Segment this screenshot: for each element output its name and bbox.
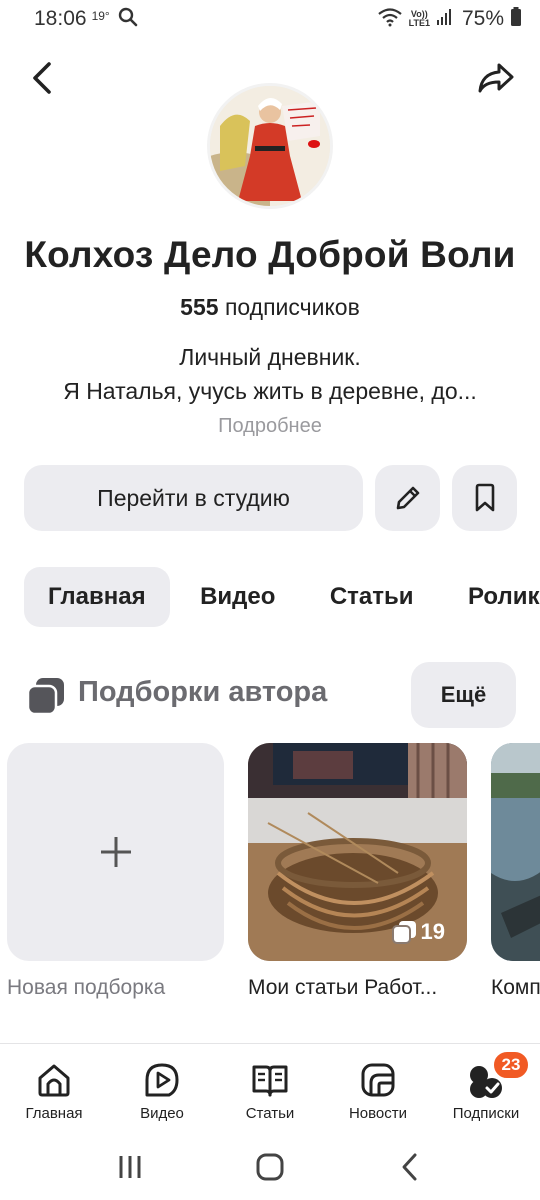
search-icon <box>118 7 138 32</box>
collection-count-value: 19 <box>420 919 445 944</box>
collection-thumbnail <box>491 743 540 961</box>
description-line-1: Личный дневник. <box>179 344 361 370</box>
channel-tabs: Главная Видео Статьи Ролики <box>24 567 540 627</box>
edit-button[interactable] <box>375 465 440 531</box>
avatar-image <box>210 86 330 206</box>
recent-apps-icon <box>119 1155 141 1178</box>
collection-count: 19 <box>391 919 445 945</box>
recent-apps-button[interactable] <box>100 1142 160 1192</box>
signal-icon <box>436 8 452 31</box>
tab-shorts[interactable]: Ролики <box>444 567 540 627</box>
bottom-navigation: Главная Видео Статьи Новости 23 Подписки <box>0 1043 540 1133</box>
subscribers-count: 555 <box>180 294 219 320</box>
wifi-icon <box>377 7 403 32</box>
nav-articles-label: Статьи <box>245 1105 295 1122</box>
network-bottom: LTE1 <box>408 18 430 28</box>
share-button[interactable] <box>474 58 518 98</box>
status-time: 18:06 <box>34 7 87 30</box>
system-back-icon <box>402 1153 417 1180</box>
tab-main[interactable]: Главная <box>24 567 170 627</box>
home-system-button[interactable] <box>240 1142 300 1192</box>
channel-description: Личный дневник. Я Наталья, учусь жить в … <box>20 340 520 408</box>
nav-news-label: Новости <box>348 1105 408 1122</box>
back-arrow-icon <box>33 62 51 94</box>
tab-articles[interactable]: Статьи <box>306 567 438 627</box>
collections-icon <box>26 676 66 716</box>
collections-more-button[interactable]: Ещё <box>411 662 516 728</box>
new-collection-card[interactable] <box>7 743 224 961</box>
nav-home[interactable]: Главная <box>0 1044 108 1133</box>
status-temperature: 19° <box>91 9 110 23</box>
back-button[interactable] <box>22 58 62 98</box>
collection-card[interactable] <box>491 743 540 961</box>
collections-title: Подборки автора <box>78 676 328 708</box>
channel-avatar[interactable] <box>207 83 333 209</box>
nav-video[interactable]: Видео <box>108 1044 216 1133</box>
nav-video-label: Видео <box>140 1105 184 1122</box>
battery-icon <box>510 6 522 32</box>
video-icon <box>142 1060 182 1100</box>
network-indicator: Vo)) LTE1 <box>409 10 430 28</box>
channel-name: Колхоз Дело Доброй Воли <box>24 234 516 275</box>
home-square-icon <box>256 1153 284 1180</box>
subscribers: 555 подписчиков <box>0 294 540 321</box>
collections-stack-icon <box>391 921 416 944</box>
articles-icon <box>250 1060 290 1100</box>
description-line-2: Я Наталья, учусь жить в деревне, до... <box>63 378 477 404</box>
nav-subscriptions-label: Подписки <box>452 1105 520 1122</box>
new-collection-label: Новая подборка <box>7 976 166 999</box>
subscriptions-badge: 23 <box>492 1050 530 1080</box>
system-navigation <box>0 1133 540 1200</box>
nav-news[interactable]: Новости <box>324 1044 432 1133</box>
status-bar: 18:06 19° Vo)) LTE1 75% <box>0 0 540 38</box>
nav-home-label: Главная <box>25 1105 83 1122</box>
nav-articles[interactable]: Статьи <box>216 1044 324 1133</box>
bookmark-icon <box>475 483 494 512</box>
battery-percentage: 75% <box>461 7 504 30</box>
subscribers-label: подписчиков <box>224 294 360 320</box>
more-details-link[interactable]: Подробнее <box>0 415 540 438</box>
share-icon <box>478 63 514 93</box>
nav-subscriptions[interactable]: 23 Подписки <box>432 1044 540 1133</box>
plus-icon <box>100 837 131 867</box>
collection-card-label: Комп <box>491 976 540 999</box>
pencil-icon <box>396 486 419 510</box>
collection-card[interactable]: 19 <box>248 743 467 961</box>
system-back-button[interactable] <box>380 1142 440 1192</box>
collection-card-label: Мои статьи Работ... <box>248 976 438 999</box>
news-icon <box>358 1060 398 1100</box>
go-to-studio-button[interactable]: Перейти в студию <box>24 465 363 531</box>
tab-video[interactable]: Видео <box>176 567 299 627</box>
home-icon <box>34 1060 74 1100</box>
bookmark-button[interactable] <box>452 465 517 531</box>
